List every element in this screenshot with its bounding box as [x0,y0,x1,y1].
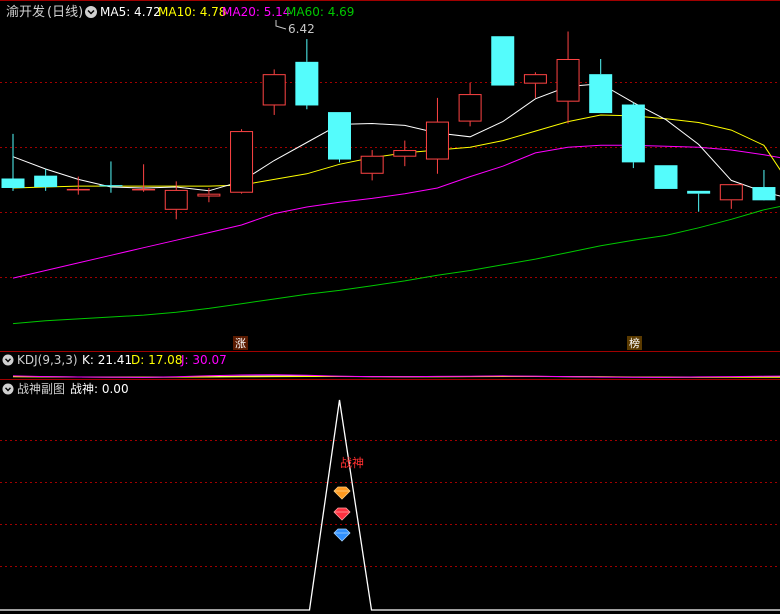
candle-body [687,190,711,194]
ma10-legend: MA10: 4.78 [158,5,226,19]
candle-body [1,178,25,188]
candle-body [589,74,613,114]
candle-body [230,131,254,193]
candle-body [295,61,319,106]
candle[interactable] [458,82,482,127]
candle-body [491,36,515,86]
candle-body [523,74,547,84]
high-price-label: 6.42 [288,22,315,36]
candle-body [262,74,286,106]
ma60-legend: MA60: 4.69 [286,5,354,19]
kdj-d-legend: D: 17.08 [131,353,182,367]
ma5-legend: MA5: 4.72 [100,5,161,19]
candle-body [360,155,384,174]
candle[interactable] [491,36,515,86]
candle[interactable] [393,140,417,167]
candle[interactable] [654,165,678,189]
candle-body [66,188,90,191]
candle-body [164,189,188,210]
chevron-down-icon[interactable] [2,354,14,366]
diamond-blue-icon [333,528,351,542]
zhanshen-lines [0,399,780,611]
candle[interactable] [262,69,286,115]
moving-averages [12,83,780,325]
zhanshen-signal-label: 战神 [340,456,364,470]
stock-name: 渝开发 [6,4,45,20]
marker-bang-label: 榜 [629,336,640,350]
candle-body [99,185,123,187]
candle[interactable] [360,150,384,181]
zhanshen-line [0,399,780,611]
candle[interactable] [523,72,547,98]
period-label: (日线) [47,5,83,20]
candle[interactable] [1,133,25,191]
candle[interactable] [328,112,351,163]
candle[interactable] [425,97,449,174]
kdj-j-legend: J: 30.07 [180,353,227,367]
candle-body [556,58,580,102]
candlesticks[interactable] [1,31,780,220]
kdj-panel-header: KDJ(9,3,3) K: 21.41 D: 17.08 J: 30.07 [2,353,227,367]
diamond-red-icon [333,507,351,521]
candle-body [328,112,351,160]
marker-bang[interactable]: 榜 [627,336,642,350]
high-price-marker: 6.42 [275,20,315,36]
candle[interactable] [99,161,123,193]
zhanshen-title: 战神副图 [17,382,65,396]
candle[interactable] [752,169,776,201]
candle-body [458,94,482,122]
zhanshen-panel-header: 战神副图 战神: 0.00 [2,382,129,396]
candle-body [393,150,417,157]
candle[interactable] [295,39,319,110]
candle[interactable] [556,31,580,124]
stock-chart-canvas[interactable]: 6.42 涨 榜 渝开发 (日线) MA5: 4.72 MA10: 4.78 M… [0,0,780,614]
kdj-j-line [12,374,780,378]
kdj-lines [12,374,780,378]
diamond-orange-icon [333,486,351,500]
ma20-legend: MA20: 5.14 [222,5,290,19]
kdj-title: KDJ(9,3,3) [17,353,78,367]
ma20-line [12,144,780,279]
ma60-line [12,206,780,325]
candle-body [719,184,743,201]
candle-body [752,187,776,201]
candle[interactable] [687,190,711,212]
candle[interactable] [719,184,743,209]
candle-body [132,188,156,191]
candle-body [34,175,58,188]
candle[interactable] [621,102,645,169]
chevron-down-icon[interactable] [85,6,97,18]
candle[interactable] [589,58,613,114]
marker-zhang[interactable]: 涨 [233,336,248,350]
candle-body [621,104,645,163]
candle-body [197,193,221,197]
candle-body [654,165,678,189]
zhanshen-value-legend: 战神: 0.00 [70,382,129,396]
kdj-k-legend: K: 21.41 [82,353,132,367]
candle-body [425,121,449,160]
main-panel-header: 渝开发 (日线) MA5: 4.72 MA10: 4.78 MA20: 5.14… [6,4,354,20]
candle[interactable] [230,129,254,194]
marker-zhang-label: 涨 [235,337,246,350]
chevron-down-icon[interactable] [2,383,14,395]
